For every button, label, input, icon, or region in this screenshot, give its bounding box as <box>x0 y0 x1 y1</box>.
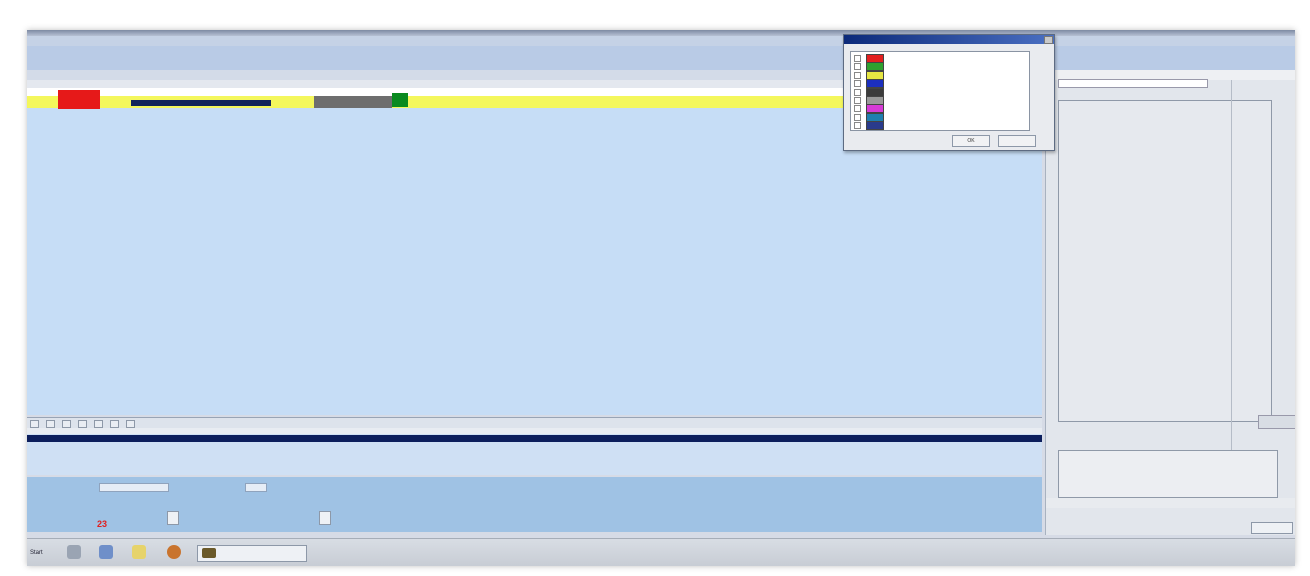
right-panel <box>1045 70 1295 535</box>
last-icon[interactable] <box>77 420 87 428</box>
color-list <box>850 51 1030 131</box>
checkbox[interactable] <box>854 55 861 62</box>
panel-action-button[interactable] <box>1251 522 1293 534</box>
app-icon[interactable] <box>67 545 81 559</box>
dialog-title-bar <box>844 35 1054 44</box>
save-icon[interactable] <box>93 420 103 428</box>
delete-icon[interactable] <box>109 420 119 428</box>
color-legend-dialog: OK <box>843 34 1055 151</box>
color-list-item[interactable] <box>853 70 1027 80</box>
color-list-item[interactable] <box>853 104 1027 114</box>
checkbox[interactable] <box>854 80 861 88</box>
selected-cell[interactable] <box>131 100 271 106</box>
checkbox[interactable] <box>854 71 861 79</box>
checkbox[interactable] <box>854 88 861 96</box>
lower-list <box>27 428 1042 475</box>
color-list-item[interactable] <box>853 79 1027 89</box>
refresh-icon[interactable] <box>125 420 135 428</box>
next-icon[interactable] <box>61 420 71 428</box>
cancel-button[interactable] <box>998 135 1036 147</box>
color-list-item[interactable] <box>853 62 1027 72</box>
color-list-item[interactable] <box>853 96 1027 105</box>
checkbox[interactable] <box>854 97 861 104</box>
checkbox[interactable] <box>854 105 861 113</box>
color-list-item[interactable] <box>853 54 1027 63</box>
lower-list-header <box>27 428 1042 434</box>
scrollbar[interactable] <box>1258 415 1295 429</box>
lookup-button[interactable] <box>319 511 331 525</box>
folder-icon[interactable] <box>132 545 146 559</box>
status-cell-gray[interactable] <box>314 96 392 108</box>
form-field[interactable] <box>99 483 169 492</box>
list-item[interactable] <box>27 444 1042 452</box>
menu-bar <box>27 36 1295 46</box>
color-list-item[interactable] <box>853 112 1027 122</box>
highlight-value: 23 <box>97 519 108 529</box>
color-list-item[interactable] <box>853 121 1027 131</box>
taskbar-window-button[interactable] <box>197 545 307 562</box>
toolbar-band <box>27 46 1295 70</box>
list-item-selected[interactable] <box>27 435 1042 442</box>
prev-icon[interactable] <box>45 420 55 428</box>
right-panel-footer <box>1046 498 1295 508</box>
ok-button[interactable]: OK <box>952 135 990 147</box>
app-icon[interactable] <box>99 545 113 559</box>
color-list-item[interactable] <box>853 87 1027 97</box>
status-cell-red[interactable] <box>58 90 100 109</box>
checkbox[interactable] <box>854 122 861 130</box>
right-panel-table <box>1058 450 1278 498</box>
divider <box>1231 80 1232 460</box>
checkbox[interactable] <box>854 113 861 121</box>
close-icon[interactable] <box>1044 36 1053 44</box>
taskbar: Start <box>27 538 1295 566</box>
form-field[interactable] <box>245 483 267 492</box>
status-cell-green[interactable] <box>392 93 408 107</box>
right-panel-input[interactable] <box>1058 79 1208 88</box>
right-panel-tree[interactable] <box>1058 100 1272 422</box>
lookup-button[interactable] <box>167 511 179 525</box>
browser-icon[interactable] <box>167 545 181 559</box>
color-swatch <box>866 121 884 131</box>
selected-cell-label <box>131 101 135 106</box>
app-icon <box>202 548 216 558</box>
desktop-screen: 23 OK Start <box>27 30 1295 566</box>
start-button[interactable]: Start <box>30 547 52 559</box>
checkbox[interactable] <box>854 63 861 71</box>
first-icon[interactable] <box>30 420 39 428</box>
detail-form: 23 <box>27 477 1042 532</box>
